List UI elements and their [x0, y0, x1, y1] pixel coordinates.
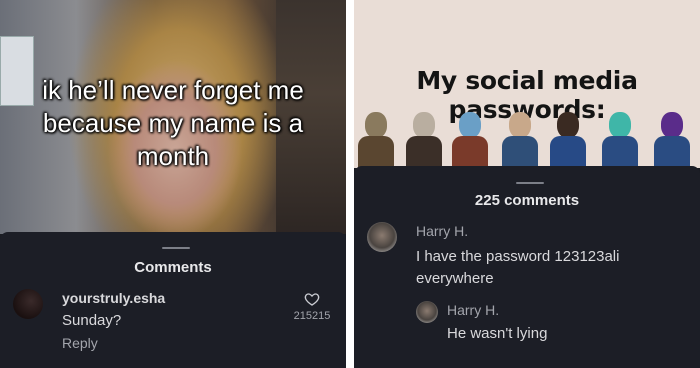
meme-character [404, 108, 444, 168]
comments-title: Comments [134, 259, 212, 276]
comments-sheet: 225 comments Harry H. I have the passwor… [354, 166, 700, 368]
meme-character [548, 108, 588, 168]
reply-avatar[interactable] [416, 301, 438, 323]
video-caption: ik he’ll never forget me because my name… [42, 75, 304, 171]
heart-icon[interactable] [304, 291, 320, 307]
avatar[interactable] [367, 222, 397, 252]
reply-username[interactable]: Harry H. [447, 302, 499, 318]
comment-text: Sunday? [62, 312, 122, 329]
like-count: 215215 [293, 310, 331, 322]
sheet-drag-handle[interactable] [162, 247, 190, 249]
panel-divider [346, 0, 354, 368]
right-post-panel: My social media passwords: 225 comments … [354, 0, 700, 368]
comments-count-title: 225 comments [474, 192, 580, 209]
meme-characters [354, 108, 700, 168]
reply-text: He wasn't lying [447, 325, 548, 342]
meme-character [356, 108, 396, 168]
comment-username[interactable]: yourstruly.esha [62, 290, 165, 306]
meme-character [500, 108, 540, 168]
avatar[interactable] [13, 289, 43, 319]
meme-character [450, 108, 490, 168]
comment-text: I have the password 123123ali everywhere [416, 248, 620, 287]
comments-sheet: Comments yourstruly.esha Sunday? Reply 2… [0, 232, 346, 368]
meme-character [652, 108, 692, 168]
meme-image[interactable]: My social media passwords: [354, 0, 700, 168]
left-post-panel: ik he’ll never forget me because my name… [0, 0, 346, 368]
comment-username[interactable]: Harry H. [416, 223, 468, 239]
sheet-drag-handle[interactable] [516, 182, 544, 184]
reply-button[interactable]: Reply [62, 335, 98, 351]
meme-character [600, 108, 640, 168]
